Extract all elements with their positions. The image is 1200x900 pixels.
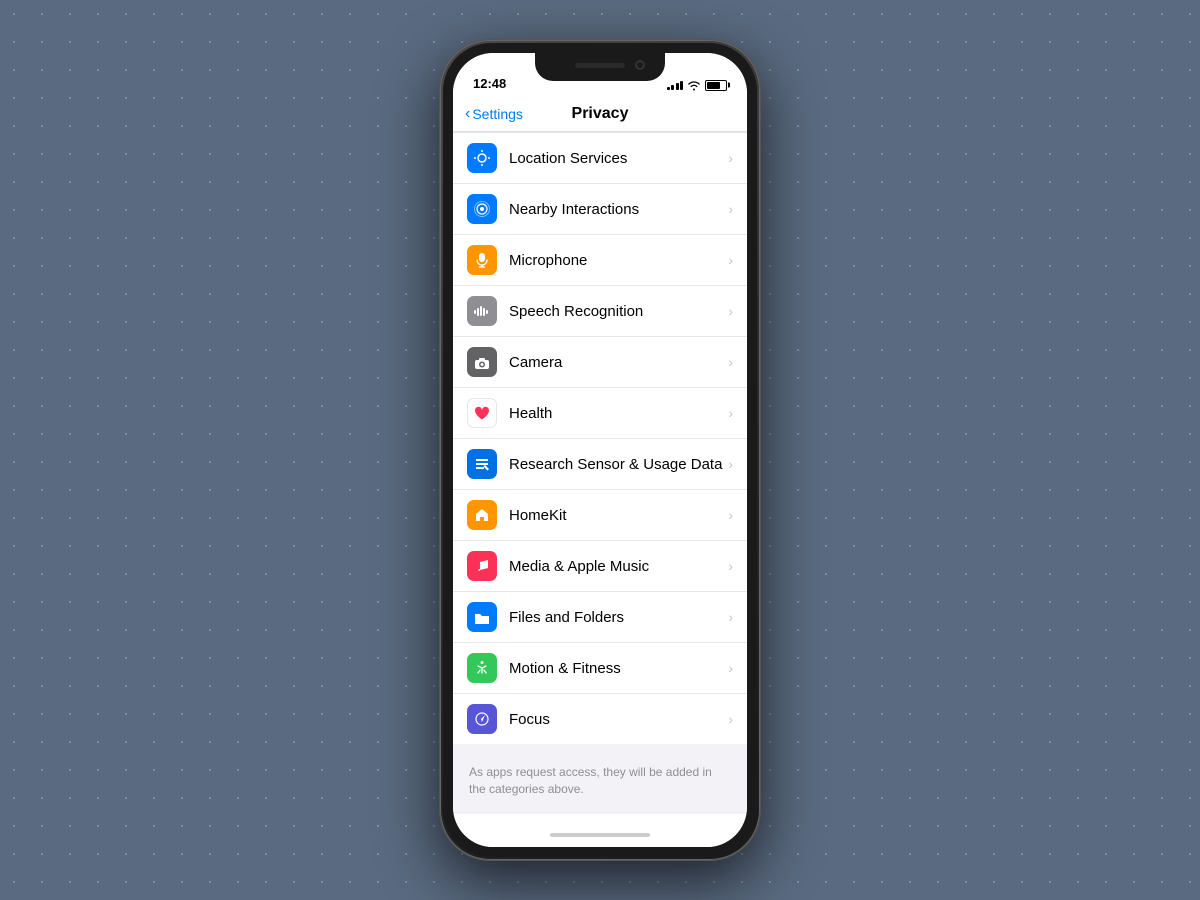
notch xyxy=(535,53,665,81)
chevron-icon: › xyxy=(728,405,733,421)
files-icon xyxy=(467,602,497,632)
chevron-icon: › xyxy=(728,558,733,574)
chevron-icon: › xyxy=(728,507,733,523)
list-item[interactable]: ♪ Media & Apple Music › xyxy=(453,541,747,592)
back-chevron-icon: ‹ xyxy=(465,105,470,123)
list-item[interactable]: Nearby Interactions › xyxy=(453,184,747,235)
list-item[interactable]: Files and Folders › xyxy=(453,592,747,643)
phone-device: 12:48 xyxy=(440,40,760,860)
list-item-label: Nearby Interactions xyxy=(509,201,728,218)
list-item-label: Media & Apple Music xyxy=(509,558,728,575)
list-item[interactable]: Motion & Fitness › xyxy=(453,643,747,694)
location-icon xyxy=(467,143,497,173)
chevron-icon: › xyxy=(728,150,733,166)
plain-rows-group: Analytics & Improvements › Apple Adverti… xyxy=(453,814,747,823)
chevron-icon: › xyxy=(728,252,733,268)
phone-screen: 12:48 xyxy=(453,53,747,847)
chevron-icon: › xyxy=(728,303,733,319)
list-item-label: Location Services xyxy=(509,150,728,167)
focus-icon xyxy=(467,704,497,734)
back-label: Settings xyxy=(472,106,523,122)
fitness-icon xyxy=(467,653,497,683)
chevron-icon: › xyxy=(728,711,733,727)
list-item-label: Speech Recognition xyxy=(509,303,728,320)
list-item[interactable]: Speech Recognition › xyxy=(453,286,747,337)
list-item-label: Camera xyxy=(509,354,728,371)
chevron-icon: › xyxy=(728,609,733,625)
research-icon xyxy=(467,449,497,479)
analytics-row[interactable]: Analytics & Improvements › xyxy=(453,814,747,823)
section-footer: As apps request access, they will be add… xyxy=(453,760,747,814)
list-item-label: Files and Folders xyxy=(509,609,728,626)
nav-title: Privacy xyxy=(572,105,629,123)
chevron-icon: › xyxy=(728,354,733,370)
scroll-content[interactable]: Location Services › Nearby Interact xyxy=(453,132,747,823)
music-icon: ♪ xyxy=(467,551,497,581)
list-item[interactable]: Focus › xyxy=(453,694,747,744)
list-item[interactable]: Research Sensor & Usage Data › xyxy=(453,439,747,490)
chevron-icon: › xyxy=(728,201,733,217)
list-item-label: Health xyxy=(509,405,728,422)
phone-inner: 12:48 xyxy=(443,43,757,857)
wifi-icon xyxy=(687,79,701,91)
camera-icon xyxy=(467,347,497,377)
list-item[interactable]: Camera › xyxy=(453,337,747,388)
signal-icon xyxy=(667,81,684,90)
icon-rows-group: Location Services › Nearby Interact xyxy=(453,132,747,744)
list-item-label: HomeKit xyxy=(509,507,728,524)
mic-icon xyxy=(467,245,497,275)
list-item-label: Motion & Fitness xyxy=(509,660,728,677)
svg-text:♪: ♪ xyxy=(477,560,483,574)
status-icons xyxy=(667,79,728,91)
home-indicator xyxy=(453,823,747,847)
list-item-label: Research Sensor & Usage Data xyxy=(509,456,728,473)
home-bar xyxy=(550,833,650,837)
status-time: 12:48 xyxy=(473,76,506,91)
list-item[interactable]: HomeKit › xyxy=(453,490,747,541)
list-item[interactable]: Health › xyxy=(453,388,747,439)
front-camera xyxy=(635,60,645,70)
homekit-icon xyxy=(467,500,497,530)
chevron-icon: › xyxy=(728,456,733,472)
health-icon xyxy=(467,398,497,428)
speech-icon xyxy=(467,296,497,326)
back-button[interactable]: ‹ Settings xyxy=(465,105,523,123)
nearby-icon xyxy=(467,194,497,224)
list-item[interactable]: Location Services › xyxy=(453,132,747,184)
nav-bar: ‹ Settings Privacy xyxy=(453,97,747,132)
list-item-label: Focus xyxy=(509,711,728,728)
battery-icon xyxy=(705,80,727,91)
list-item[interactable]: Microphone › xyxy=(453,235,747,286)
list-item-label: Microphone xyxy=(509,252,728,269)
speaker xyxy=(575,63,625,68)
chevron-icon: › xyxy=(728,660,733,676)
